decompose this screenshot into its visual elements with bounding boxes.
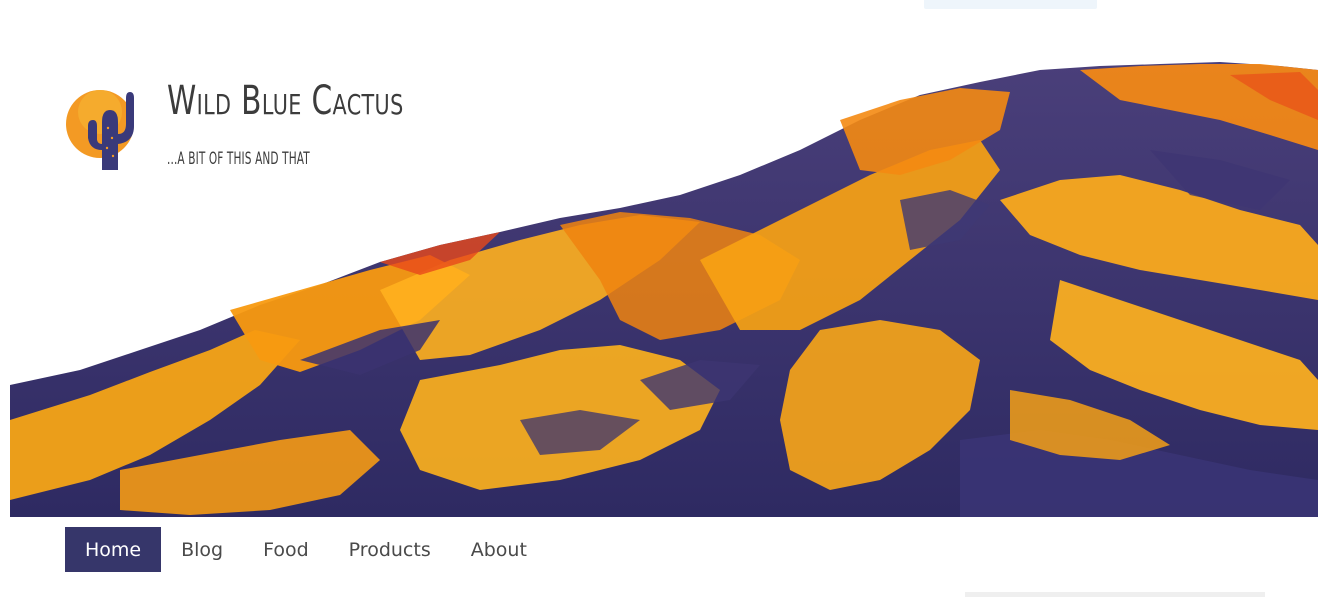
cactus-sun-logo-icon[interactable] xyxy=(64,82,138,174)
nav-item-blog[interactable]: Blog xyxy=(161,527,243,572)
site-tagline: ...a bit of this and that xyxy=(167,149,310,169)
sidebar-top-edge xyxy=(965,592,1265,597)
main-navigation: Home Blog Food Products About xyxy=(65,527,547,572)
nav-item-products[interactable]: Products xyxy=(329,527,451,572)
nav-item-food[interactable]: Food xyxy=(243,527,329,572)
nav-item-about[interactable]: About xyxy=(451,527,547,572)
nav-item-home[interactable]: Home xyxy=(65,527,162,572)
site-title[interactable]: Wild Blue Cactus xyxy=(167,78,404,124)
